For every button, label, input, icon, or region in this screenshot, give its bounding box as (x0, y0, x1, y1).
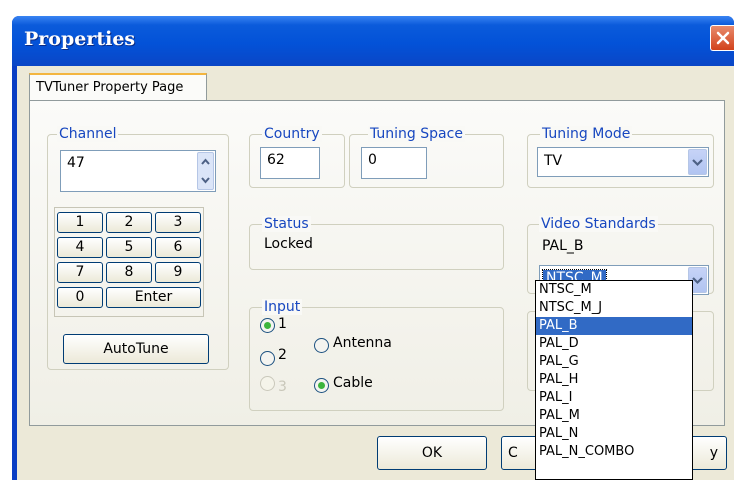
tuning-space-input[interactable]: 0 (361, 147, 427, 179)
spin-down-icon[interactable] (198, 171, 213, 189)
dropdown-option[interactable]: NTSC_M (536, 281, 692, 299)
key-4[interactable]: 4 (57, 237, 103, 258)
dropdown-option[interactable]: PAL_N (536, 425, 692, 443)
dropdown-option[interactable]: PAL_N_COMBO (536, 443, 692, 461)
window-title: Properties (24, 28, 136, 50)
input-legend: Input (262, 299, 303, 315)
video-standard-current: PAL_B (542, 238, 584, 254)
channel-input[interactable]: 47 (60, 150, 216, 192)
key-6[interactable]: 6 (155, 237, 201, 258)
tuning-space-group: Tuning Space 0 (349, 126, 504, 188)
status-group: Status Locked (249, 216, 504, 270)
antenna-radio[interactable] (314, 338, 329, 353)
tuning-mode-select[interactable]: TV (537, 147, 709, 177)
key-8[interactable]: 8 (106, 262, 152, 283)
cable-label: Cable (333, 375, 373, 391)
key-9[interactable]: 9 (155, 262, 201, 283)
antenna-label: Antenna (333, 335, 392, 351)
key-3[interactable]: 3 (155, 212, 201, 233)
input-radio-2-label: 2 (278, 347, 287, 363)
tab-tvtuner-property-page[interactable]: TVTuner Property Page (29, 73, 207, 101)
key-7[interactable]: 7 (57, 262, 103, 283)
input-radio-1[interactable] (260, 318, 275, 333)
input-radio-3-label: 3 (278, 379, 287, 395)
input-radio-3 (260, 376, 275, 391)
input-radio-2[interactable] (260, 351, 275, 366)
cable-radio[interactable] (314, 378, 329, 393)
video-standards-legend: Video Standards (539, 216, 658, 232)
channel-spinner[interactable] (197, 152, 214, 190)
chevron-down-icon[interactable] (688, 149, 707, 175)
tuning-mode-legend: Tuning Mode (540, 126, 633, 142)
key-2[interactable]: 2 (106, 212, 152, 233)
country-group: Country 62 (249, 126, 345, 188)
country-input[interactable]: 62 (260, 147, 320, 179)
video-standard-dropdown-list[interactable]: NTSC_M NTSC_M_J PAL_B PAL_D PAL_G PAL_H … (535, 280, 693, 480)
tuning-space-legend: Tuning Space (368, 126, 465, 142)
tuning-mode-group: Tuning Mode TV (527, 126, 714, 188)
dropdown-option[interactable]: PAL_D (536, 335, 692, 353)
key-0[interactable]: 0 (57, 287, 103, 308)
status-legend: Status (262, 216, 311, 232)
close-icon (716, 31, 730, 45)
dropdown-option-selected[interactable]: PAL_B (536, 317, 692, 335)
channel-legend: Channel (57, 126, 119, 142)
input-radio-1-label: 1 (278, 316, 287, 332)
close-button[interactable] (710, 25, 734, 51)
country-legend: Country (262, 126, 322, 142)
input-group: Input 1 2 3 Antenna Cable (249, 299, 504, 411)
key-1[interactable]: 1 (57, 212, 103, 233)
tab-label: TVTuner Property Page (36, 80, 184, 95)
status-value: Locked (264, 236, 313, 252)
dropdown-option[interactable]: PAL_H (536, 371, 692, 389)
spin-up-icon[interactable] (198, 153, 213, 171)
key-5[interactable]: 5 (106, 237, 152, 258)
keypad: 1 2 3 4 5 6 7 8 9 0 Enter (54, 207, 204, 317)
dropdown-option[interactable]: PAL_M (536, 407, 692, 425)
dropdown-option[interactable]: PAL_I (536, 389, 692, 407)
dropdown-option[interactable]: NTSC_M_J (536, 299, 692, 317)
channel-group: Channel 47 1 2 3 4 5 6 7 8 9 0 Enter Aut… (47, 126, 229, 370)
ok-button[interactable]: OK (377, 436, 487, 470)
enter-button[interactable]: Enter (106, 287, 201, 308)
title-bar[interactable]: Properties (12, 16, 734, 66)
dropdown-option[interactable]: PAL_G (536, 353, 692, 371)
autotune-button[interactable]: AutoTune (63, 334, 209, 364)
